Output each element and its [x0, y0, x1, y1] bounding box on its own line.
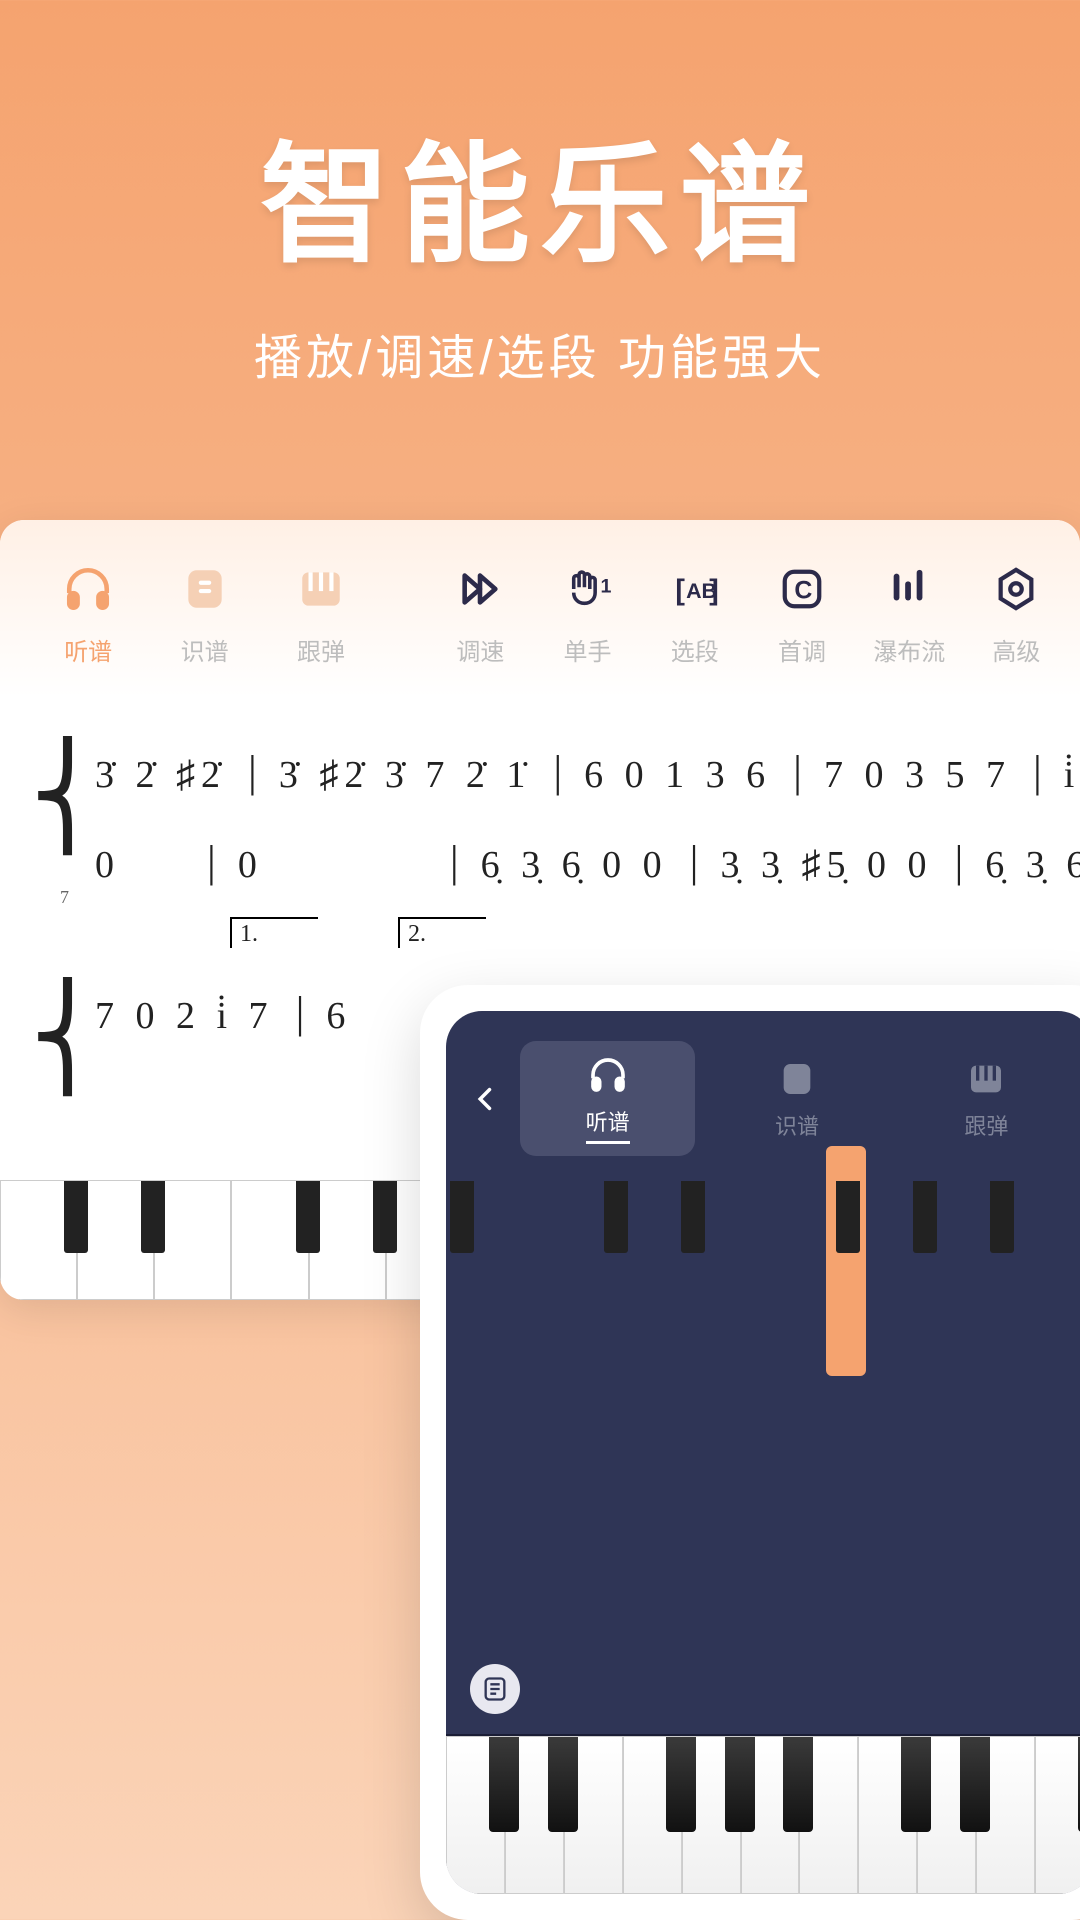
black-key[interactable] [901, 1737, 931, 1832]
page-title: 智能乐谱 [0, 100, 1080, 288]
piano-keys-icon [964, 1057, 1008, 1101]
mode-listen[interactable]: 听谱 [40, 560, 136, 667]
circle-c-icon: C [773, 560, 831, 618]
waterfall-widget-card: 听谱 识谱 跟弹 [420, 985, 1080, 1920]
brace-icon: ⎨ [30, 707, 105, 887]
tool-single-hand[interactable]: 1 单手 [544, 560, 631, 667]
widget-tab-label: 听谱 [586, 1105, 630, 1144]
notes: 7 0 3 5 7 [824, 753, 1011, 797]
notes: i̇ 0 3 3̇ ♯2̇ [1064, 753, 1080, 797]
mode-label: 跟弹 [297, 632, 345, 667]
black-key[interactable] [64, 1181, 88, 1253]
black-key[interactable] [296, 1181, 320, 1253]
volta-row: 1. 2. [30, 908, 1050, 948]
tool-label: 瀑布流 [873, 632, 945, 667]
widget-tab-read[interactable]: 识谱 [709, 1045, 884, 1153]
notes: 6̣ 3̣ 6̣ 0 0 [481, 843, 668, 887]
bracket-ab-icon: [AB] [666, 560, 724, 618]
black-key[interactable] [548, 1737, 578, 1832]
black-key[interactable] [141, 1181, 165, 1253]
white-key[interactable] [623, 1736, 682, 1894]
score-row-treble: 3̇ 2̇ ♯2̇| 3̇ ♯2̇ 3̇ 7 2̇ 1̇| 6 0 1 3 6|… [95, 707, 1080, 797]
hero-section: 智能乐谱 播放/调速/选段 功能强大 [0, 0, 1080, 388]
black-key[interactable] [373, 1181, 397, 1253]
piano-keys-icon [292, 560, 350, 618]
white-key[interactable] [446, 1736, 505, 1894]
back-button[interactable] [466, 1079, 506, 1119]
white-key[interactable] [1035, 1736, 1080, 1894]
notes: 3̇ 2̇ ♯2̇ [95, 753, 226, 797]
notes: 7 0 2 i̇ 7 [95, 994, 274, 1038]
black-key[interactable] [725, 1737, 755, 1832]
notes: 0 [238, 843, 428, 887]
gear-hex-icon [987, 560, 1045, 618]
widget-tab-label: 跟弹 [964, 1109, 1008, 1141]
score-row-bass: 0| 0| 6̣ 3̣ 6̣ 0 0| 3̣ 3̣ ♯5̣ 0 0| 6̣ 3̣… [95, 797, 1080, 887]
black-key[interactable] [913, 1181, 937, 1253]
widget-header: 听谱 识谱 跟弹 [446, 1011, 1080, 1166]
white-key[interactable] [0, 1180, 77, 1300]
white-key[interactable] [231, 1180, 308, 1300]
white-key[interactable] [154, 1180, 231, 1300]
tool-waterfall[interactable]: 瀑布流 [866, 560, 953, 667]
toolbar: 听谱 识谱 跟弹 调速 1 单手 [0, 520, 1080, 697]
waterfall-area: 听谱 识谱 跟弹 [446, 1011, 1080, 1894]
widget-tab-listen[interactable]: 听谱 [520, 1041, 695, 1156]
white-key[interactable] [77, 1180, 154, 1300]
notes: 0 [95, 843, 185, 887]
mode-read[interactable]: 识谱 [156, 560, 252, 667]
tool-tempo[interactable]: 调速 [437, 560, 524, 667]
tool-first-key[interactable]: C 首调 [758, 560, 845, 667]
black-key[interactable] [783, 1737, 813, 1832]
mode-label: 听谱 [64, 632, 112, 667]
svg-text:1: 1 [600, 576, 611, 598]
notes: 6 0 1 3 6 [584, 753, 771, 797]
svg-text:]: ] [709, 575, 719, 607]
note-card-icon [176, 560, 234, 618]
black-key[interactable] [681, 1181, 705, 1253]
volta-1: 1. [230, 917, 318, 948]
tool-label: 首调 [778, 632, 826, 667]
mode-follow[interactable]: 跟弹 [273, 560, 369, 667]
fast-forward-icon [451, 560, 509, 618]
widget-tab-label: 识谱 [775, 1109, 819, 1141]
tool-label: 单手 [564, 632, 612, 667]
notes: 6̣ 3̣ 6̣ 0 0 [985, 843, 1080, 887]
tool-section[interactable]: [AB] 选段 [651, 560, 738, 667]
headphones-icon [59, 560, 117, 618]
tool-label: 高级 [992, 632, 1040, 667]
hand-one-icon: 1 [559, 560, 617, 618]
page-subtitle: 播放/调速/选段 功能强大 [0, 318, 1080, 388]
tool-label: 调速 [456, 632, 504, 667]
black-key[interactable] [666, 1737, 696, 1832]
tool-advanced[interactable]: 高级 [973, 560, 1060, 667]
black-key[interactable] [604, 1181, 628, 1253]
tool-label: 选段 [671, 632, 719, 667]
notes: 3̇ ♯2̇ 3̇ 7 2̇ 1̇ [279, 753, 532, 797]
black-key[interactable] [489, 1737, 519, 1832]
black-key[interactable] [990, 1181, 1014, 1253]
black-key[interactable] [960, 1737, 990, 1832]
brace-icon: ⎨ [30, 948, 105, 1128]
notes: 6 [326, 994, 406, 1038]
bar-number: 7 [30, 887, 1050, 908]
white-key[interactable] [858, 1736, 917, 1894]
black-key[interactable] [450, 1181, 474, 1253]
black-key[interactable] [836, 1181, 860, 1253]
svg-text:[: [ [675, 575, 685, 607]
note-card-icon [775, 1057, 819, 1101]
svg-text:C: C [794, 577, 812, 605]
mode-label: 识谱 [181, 632, 229, 667]
widget-piano-keyboard[interactable] [446, 1734, 1080, 1894]
notes: 3̣ 3̣ ♯5̣ 0 0 [720, 843, 932, 887]
detail-button[interactable] [470, 1664, 520, 1714]
volta-2: 2. [398, 917, 486, 948]
headphones-icon [586, 1053, 630, 1097]
white-key[interactable] [309, 1180, 386, 1300]
widget-tab-follow[interactable]: 跟弹 [899, 1045, 1074, 1153]
waterfall-bars-icon [880, 560, 938, 618]
